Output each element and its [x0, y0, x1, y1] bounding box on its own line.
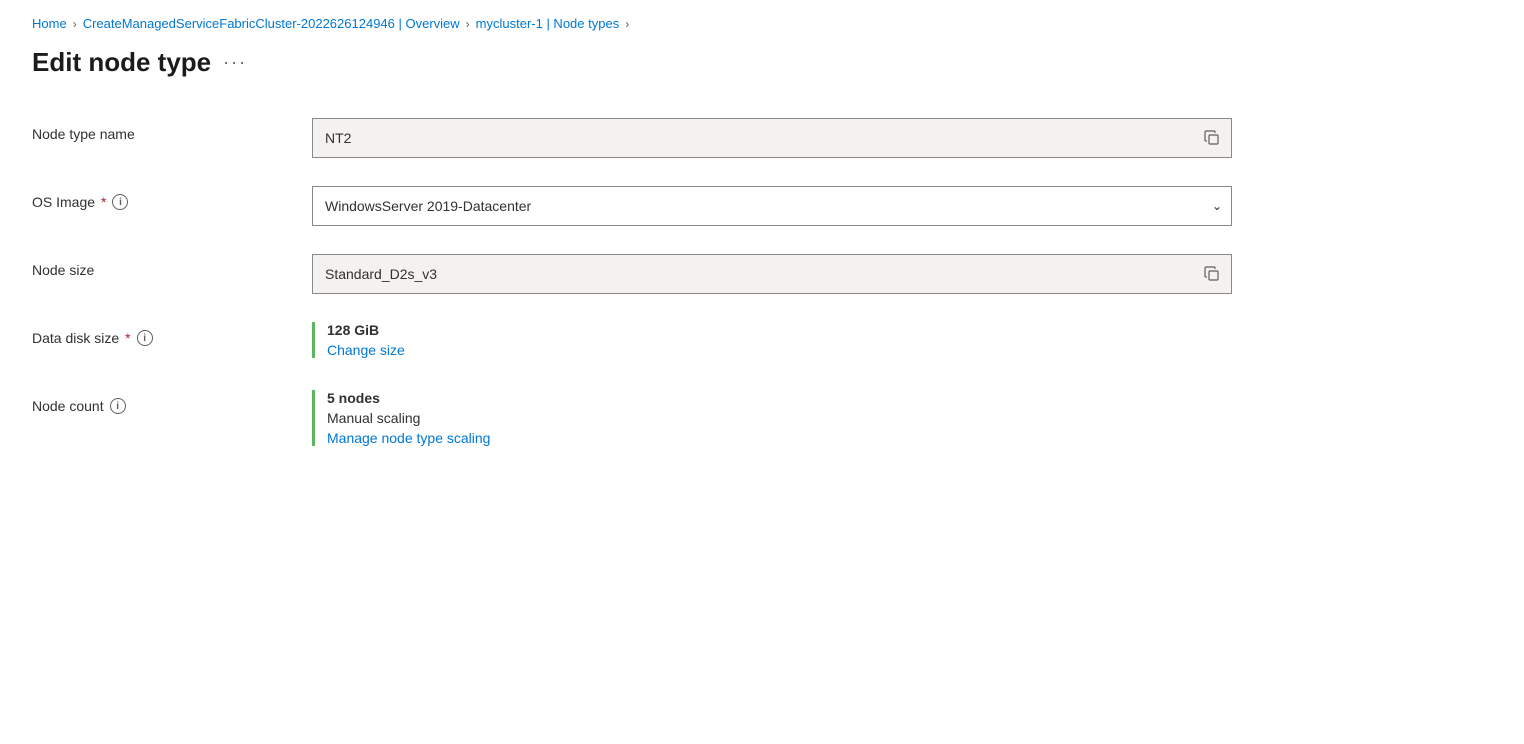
node-size-copy-icon[interactable] — [1202, 264, 1222, 284]
data-disk-size-label: Data disk size * i — [32, 322, 312, 346]
node-count-label: Node count i — [32, 390, 312, 414]
node-type-name-control — [312, 118, 1232, 158]
breadcrumb-node-types[interactable]: mycluster-1 | Node types — [476, 16, 620, 31]
node-count-control: 5 nodes Manual scaling Manage node type … — [312, 390, 1232, 446]
change-size-link[interactable]: Change size — [327, 342, 1232, 358]
more-options-button[interactable]: ··· — [223, 52, 247, 73]
page-title: Edit node type — [32, 47, 211, 78]
node-count-value: 5 nodes — [327, 390, 1232, 406]
breadcrumb-sep-3: › — [625, 17, 629, 31]
os-image-label: OS Image * i — [32, 186, 312, 210]
node-size-row: Node size — [32, 254, 1232, 294]
node-count-value-block: 5 nodes Manual scaling Manage node type … — [312, 390, 1232, 446]
breadcrumb-cluster-overview[interactable]: CreateManagedServiceFabricCluster-202262… — [83, 16, 460, 31]
data-disk-size-row: Data disk size * i 128 GiB Change size — [32, 322, 1232, 362]
node-size-control — [312, 254, 1232, 294]
node-type-name-input[interactable] — [312, 118, 1232, 158]
data-disk-size-required: * — [125, 330, 130, 346]
node-type-name-label: Node type name — [32, 118, 312, 142]
os-image-row: OS Image * i WindowsServer 2019-Datacent… — [32, 186, 1232, 226]
edit-node-type-form: Node type name OS Image * i — [32, 118, 1232, 446]
node-count-info-icon[interactable]: i — [110, 398, 126, 414]
node-size-input-wrapper — [312, 254, 1232, 294]
data-disk-size-control: 128 GiB Change size — [312, 322, 1232, 358]
os-image-control: WindowsServer 2019-Datacenter ⌄ — [312, 186, 1232, 226]
manage-scaling-link[interactable]: Manage node type scaling — [327, 430, 1232, 446]
page-header: Edit node type ··· — [32, 47, 1492, 78]
breadcrumb-home[interactable]: Home — [32, 16, 67, 31]
os-image-required: * — [101, 194, 106, 210]
os-image-info-icon[interactable]: i — [112, 194, 128, 210]
breadcrumb-sep-2: › — [466, 17, 470, 31]
node-count-scaling-type: Manual scaling — [327, 410, 1232, 426]
node-size-input[interactable] — [312, 254, 1232, 294]
breadcrumb-sep-1: › — [73, 17, 77, 31]
data-disk-size-value: 128 GiB — [327, 322, 1232, 338]
os-image-select-wrapper: WindowsServer 2019-Datacenter ⌄ — [312, 186, 1232, 226]
breadcrumb: Home › CreateManagedServiceFabricCluster… — [32, 16, 1492, 31]
data-disk-size-value-block: 128 GiB Change size — [312, 322, 1232, 358]
data-disk-size-info-icon[interactable]: i — [137, 330, 153, 346]
node-count-row: Node count i 5 nodes Manual scaling Mana… — [32, 390, 1232, 446]
node-type-name-input-wrapper — [312, 118, 1232, 158]
node-size-label: Node size — [32, 254, 312, 278]
node-type-name-row: Node type name — [32, 118, 1232, 158]
os-image-select[interactable]: WindowsServer 2019-Datacenter — [312, 186, 1232, 226]
node-type-name-copy-icon[interactable] — [1202, 128, 1222, 148]
